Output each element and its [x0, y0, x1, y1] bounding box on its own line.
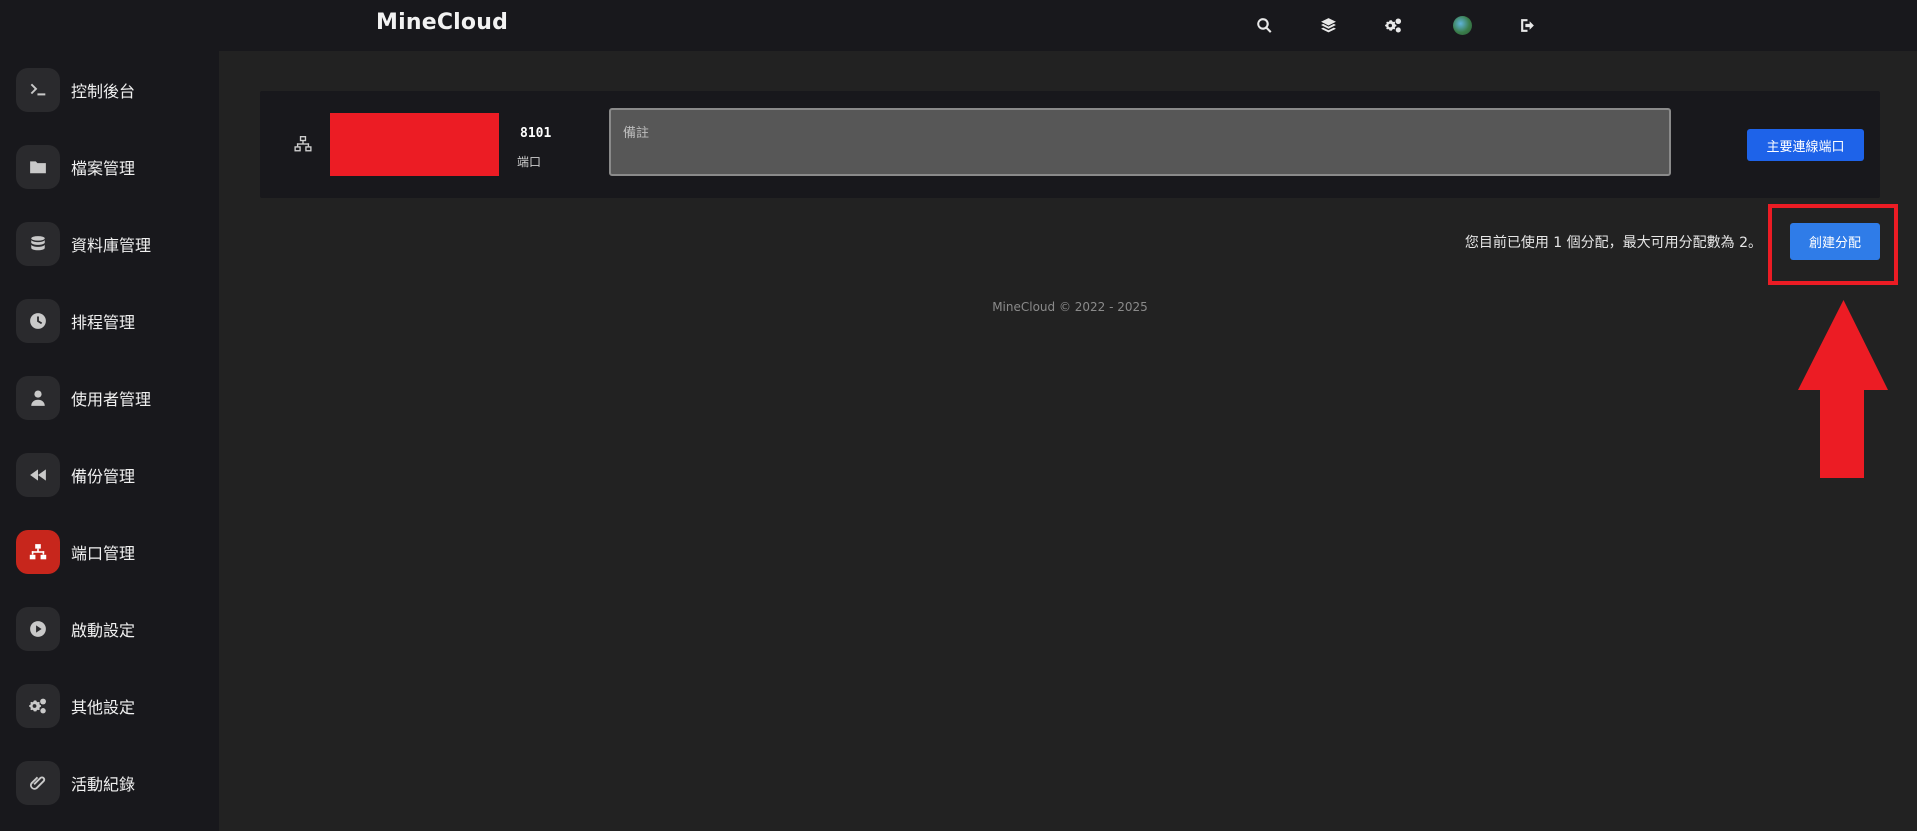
gears-icon[interactable] — [1380, 12, 1406, 38]
layers-icon[interactable] — [1315, 12, 1341, 38]
rewind-icon — [16, 453, 60, 497]
footer-copyright: MineCloud © 2022 - 2025 — [992, 300, 1148, 314]
sidebar-item-label: 活動紀錄 — [71, 775, 136, 794]
redacted-ip-address — [330, 113, 499, 176]
sidebar-item-label: 端口管理 — [71, 544, 136, 563]
gears-icon — [16, 684, 60, 728]
sidebar-item-label: 使用者管理 — [71, 390, 152, 409]
sidebar-item-label: 控制後台 — [71, 82, 136, 101]
sidebar-item-label: 備份管理 — [71, 467, 136, 486]
folder-icon — [16, 145, 60, 189]
sidebar-item-label: 其他設定 — [71, 698, 136, 717]
sidebar-item-files[interactable]: 檔案管理 — [16, 144, 211, 190]
database-icon — [16, 222, 60, 266]
sidebar-item-backup[interactable]: 備份管理 — [16, 452, 211, 498]
paperclip-icon — [16, 761, 60, 805]
avatar[interactable] — [1449, 12, 1475, 38]
play-icon — [16, 607, 60, 651]
logout-icon[interactable] — [1514, 12, 1540, 38]
sidebar-item-label: 檔案管理 — [71, 159, 136, 178]
network-icon — [292, 135, 314, 153]
sidebar-item-database[interactable]: 資料庫管理 — [16, 221, 211, 267]
top-navbar: MineCloud — [0, 0, 1917, 51]
allocation-status-text: 您目前已使用 1 個分配，最大可用分配數為 2。 — [1464, 235, 1762, 251]
avatar-image — [1452, 15, 1472, 35]
port-card: 8101 端口 主要連線端口 — [260, 91, 1880, 198]
sidebar-item-console[interactable]: 控制後台 — [16, 67, 211, 113]
top-icon-bar — [0, 12, 1917, 38]
sidebar-item-startup[interactable]: 啟動設定 — [16, 606, 211, 652]
search-icon[interactable] — [1251, 12, 1277, 38]
primary-port-button[interactable]: 主要連線端口 — [1747, 129, 1864, 161]
sidebar: 控制後台 檔案管理 資料庫管理 排程管理 使用者管理 備份管理 端口管理 啟動設… — [0, 51, 219, 831]
up-arrow-annotation — [1798, 300, 1888, 478]
sidebar-item-other-settings[interactable]: 其他設定 — [16, 683, 211, 729]
port-number: 8101 — [520, 126, 552, 141]
sidebar-item-ports[interactable]: 端口管理 — [16, 529, 211, 575]
sidebar-item-users[interactable]: 使用者管理 — [16, 375, 211, 421]
note-input[interactable] — [609, 108, 1671, 176]
port-caption: 端口 — [517, 155, 542, 169]
terminal-icon — [16, 68, 60, 112]
highlight-box-annotation — [1768, 204, 1898, 285]
sidebar-item-label: 資料庫管理 — [71, 236, 152, 255]
sidebar-item-label: 啟動設定 — [71, 621, 136, 640]
user-icon — [16, 376, 60, 420]
sidebar-item-activity-log[interactable]: 活動紀錄 — [16, 760, 211, 806]
network-icon — [16, 530, 60, 574]
